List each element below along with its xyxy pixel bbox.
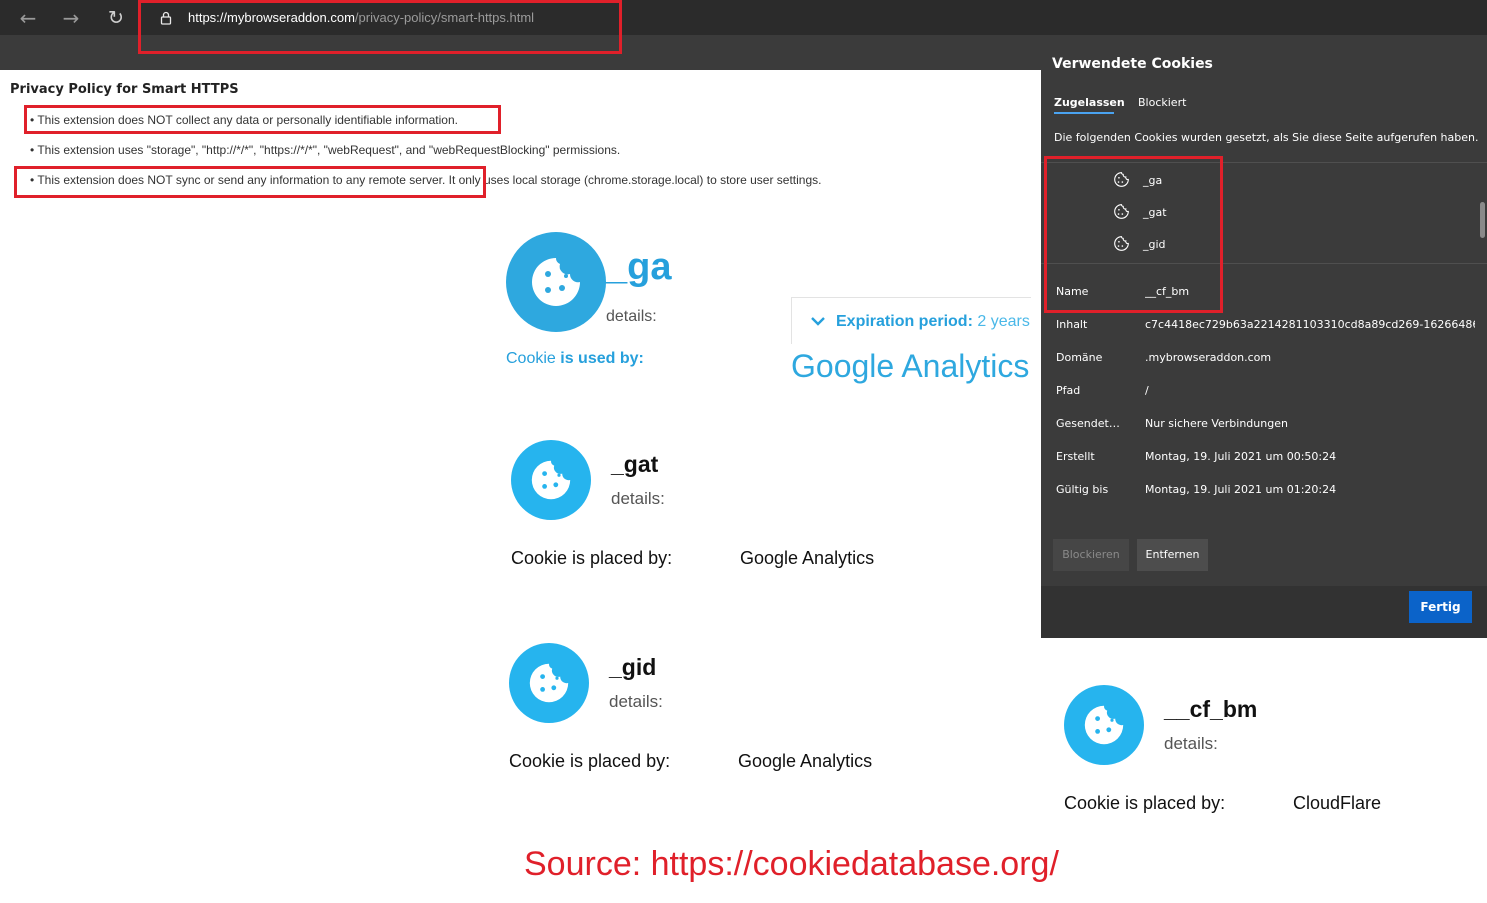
prop-value-sent: Nur sichere Verbindungen — [1145, 417, 1288, 430]
tab-blocked[interactable]: Blockiert — [1138, 96, 1186, 109]
cookie-icon — [1064, 685, 1144, 765]
cookie-placed-by-cf-bm: Cookie is placed by: — [1064, 793, 1226, 813]
block-button[interactable]: Blockieren — [1053, 539, 1129, 571]
dialog-description: Die folgenden Cookies wurden gesetzt, al… — [1054, 131, 1479, 144]
policy-highlight-box-1 — [24, 105, 501, 134]
policy-line-2: • This extension uses "storage", "http:/… — [30, 143, 621, 157]
cookie-placed-by-gat: Cookie is placed by: — [511, 548, 673, 568]
cookie-vendor-gid[interactable]: Google Analytics — [738, 751, 872, 772]
cookie-list-highlight-box — [1044, 156, 1223, 313]
expiration-panel[interactable]: Expiration period: 2 years — [791, 297, 1031, 344]
cookie-details-cf-bm: details: — [1164, 734, 1218, 753]
arrow-left-icon[interactable]: ← — [15, 6, 41, 30]
expiration-value: 2 years — [972, 313, 1030, 330]
prop-label-created: Erstellt — [1056, 450, 1095, 463]
reload-icon[interactable]: ↻ — [103, 6, 129, 30]
cookie-icon — [511, 440, 591, 520]
cookie-name-ga: _ga — [606, 246, 672, 288]
cookie-name-gid: _gid — [609, 654, 657, 680]
url-highlight-box — [138, 0, 622, 54]
tab-underline — [1054, 112, 1114, 114]
prop-value-content: c7c4418ec729b63a2214281103310cd8a89cd269… — [1145, 318, 1475, 331]
cookie-vendor-gat[interactable]: Google Analytics — [740, 548, 874, 569]
remove-button[interactable]: Entfernen — [1137, 539, 1208, 571]
cookie-details-gid: details: — [609, 692, 663, 711]
prop-value-created: Montag, 19. Juli 2021 um 00:50:24 — [1145, 450, 1337, 463]
cookie-icon — [509, 643, 589, 723]
prop-label-sent: Gesendet… — [1056, 417, 1120, 430]
scrollbar[interactable] — [1480, 202, 1485, 238]
prop-value-domain: .mybrowseraddon.com — [1145, 351, 1272, 364]
prop-label-path: Pfad — [1056, 384, 1081, 397]
cookie-placed-by-gid: Cookie is placed by: — [509, 751, 671, 771]
cookie-vendor-ga[interactable]: Google Analytics — [791, 348, 1029, 385]
prop-value-path: / — [1145, 384, 1149, 397]
used-by-bold: is used by: — [555, 350, 644, 367]
cookie-used-by-label: Cookie is used by: — [506, 350, 644, 368]
policy-highlight-box-2 — [14, 166, 486, 198]
source-caption: Source: https://cookiedatabase.org/ — [524, 845, 1059, 883]
dialog-title: Verwendete Cookies — [1052, 56, 1213, 72]
prop-label-content: Inhalt — [1056, 318, 1088, 331]
cookies-dialog: Verwendete Cookies Zugelassen Blockiert … — [1041, 42, 1487, 638]
expiration-label: Expiration period: — [836, 313, 973, 330]
cookie-details-gat: details: — [611, 489, 665, 508]
prop-label-expires: Gültig bis — [1056, 483, 1109, 496]
arrow-right-icon[interactable]: → — [58, 6, 84, 30]
cookie-name-gat: _gat — [611, 451, 659, 477]
page-title: Privacy Policy for Smart HTTPS — [10, 82, 239, 97]
cookie-details-ga: details: — [606, 308, 657, 325]
cookie-name-cf-bm: __cf_bm — [1164, 696, 1258, 722]
chevron-down-icon[interactable] — [810, 313, 826, 329]
tab-allowed[interactable]: Zugelassen — [1054, 96, 1125, 109]
prop-value-expires: Montag, 19. Juli 2021 um 01:20:24 — [1145, 483, 1337, 496]
done-button[interactable]: Fertig — [1409, 591, 1472, 623]
expiration-text: Expiration period: 2 years — [836, 313, 1030, 331]
cookie-icon — [506, 232, 606, 332]
prop-label-domain: Domäne — [1056, 351, 1103, 364]
cookie-vendor-cf-bm[interactable]: CloudFlare — [1293, 793, 1381, 814]
used-by-prefix: Cookie — [506, 350, 556, 367]
